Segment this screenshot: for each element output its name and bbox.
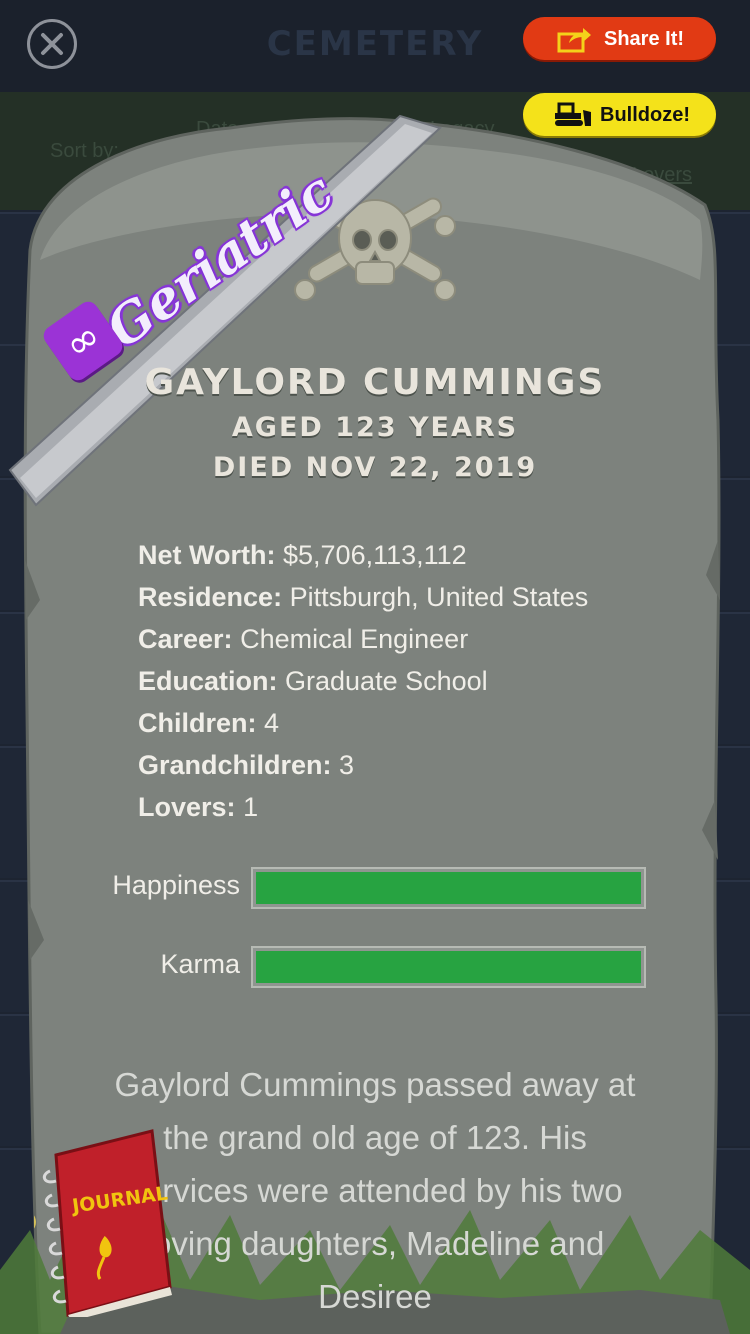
karma-meter-fill [256,951,641,983]
happiness-meter-fill [256,872,641,904]
stat-education: Education: Graduate School [138,666,488,696]
epitaph: Gaylord Cummings passed away at the gran… [114,1066,636,1315]
bulldoze-button[interactable]: Bulldoze! [523,93,716,136]
share-button[interactable]: Share It! [523,17,716,60]
stats-list: Net Worth: $5,706,113,112 Residence: Pit… [138,534,588,828]
karma-meter [251,946,646,988]
stat-career: Career: Chemical Engineer [138,624,469,654]
age-text: AGED 123 YEARS [231,412,519,443]
happiness-meter [251,867,646,909]
deceased-name: GAYLORD CUMMINGS [144,362,606,403]
journal-button[interactable]: JOURNAL [12,1127,174,1321]
stat-net-worth: Net Worth: $5,706,113,112 [138,540,467,570]
journal-book-icon [12,1129,172,1321]
stat-lovers: Lovers: 1 [138,792,259,822]
close-button[interactable] [27,19,77,69]
happiness-label: Happiness [112,870,240,900]
stat-grandchildren: Grandchildren: 3 [138,750,355,780]
stat-children: Children: 4 [138,708,280,738]
share-icon [557,28,591,53]
bulldozer-icon [555,102,591,126]
share-label: Share It! [604,28,685,50]
close-icon [41,33,63,55]
death-date: DIED NOV 22, 2019 [212,452,538,483]
stat-residence: Residence: Pittsburgh, United States [138,582,589,612]
karma-label: Karma [160,949,240,979]
bulldoze-label: Bulldoze! [600,104,690,126]
